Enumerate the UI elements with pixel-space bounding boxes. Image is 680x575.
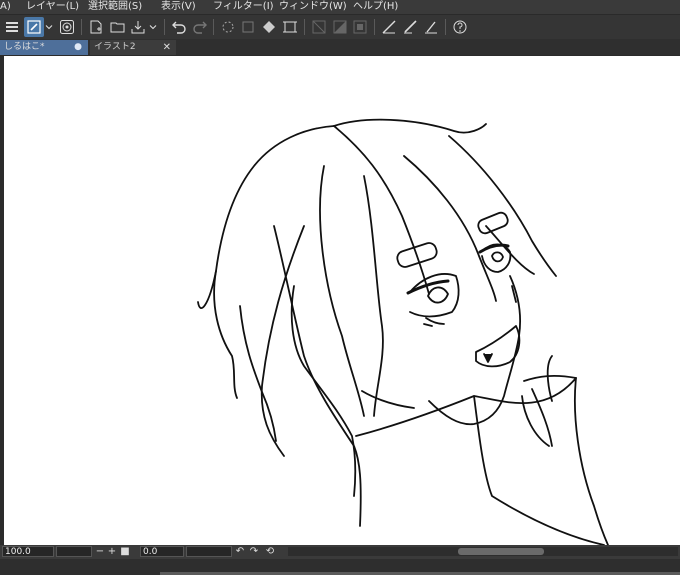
ruler-settings-icon[interactable] bbox=[421, 17, 441, 37]
stop-icon[interactable]: ■ bbox=[119, 546, 131, 558]
hamburger-menu-icon[interactable] bbox=[2, 17, 22, 37]
unsaved-dot-icon: ● bbox=[74, 42, 82, 52]
zoom-in-icon[interactable]: + bbox=[106, 546, 118, 558]
rotate-left-icon[interactable]: ↶ bbox=[234, 546, 246, 558]
line-art-drawing bbox=[197, 118, 609, 545]
document-tabs: しるはこ* ● イラスト2 ✕ bbox=[0, 39, 680, 55]
swirl-icon[interactable] bbox=[57, 17, 77, 37]
menu-item-layer[interactable]: レイヤー(L) bbox=[26, 0, 79, 14]
menu-bar: A) レイヤー(L) 選択範囲(S) 表示(V) フィルター(I) ウィンドウ(… bbox=[0, 0, 680, 14]
drawing-canvas[interactable] bbox=[4, 56, 680, 545]
toolbar-separator bbox=[164, 19, 165, 35]
zoom-slider[interactable] bbox=[56, 546, 92, 557]
tab-illust2[interactable]: イラスト2 ✕ bbox=[90, 40, 176, 55]
tab-shiruhako[interactable]: しるはこ* ● bbox=[0, 40, 88, 55]
help-icon[interactable] bbox=[450, 17, 470, 37]
toolbar-separator bbox=[374, 19, 375, 35]
menu-item-filter[interactable]: フィルター(I) bbox=[213, 0, 274, 14]
brush-icon[interactable] bbox=[400, 17, 420, 37]
horizontal-scrollbar[interactable] bbox=[288, 547, 678, 556]
scrollbar-thumb[interactable] bbox=[458, 548, 544, 555]
menu-item-help[interactable]: ヘルプ(H) bbox=[353, 0, 398, 14]
status-bar: 100.0 − + ■ 0.0 ↶ ↷ ⟲ bbox=[0, 545, 680, 559]
undo-icon[interactable] bbox=[169, 17, 189, 37]
loading-spinner-icon[interactable] bbox=[218, 17, 238, 37]
menu-item-selection[interactable]: 選択範囲(S) bbox=[88, 0, 142, 14]
close-icon[interactable]: ✕ bbox=[163, 40, 171, 55]
redo-icon[interactable] bbox=[190, 17, 210, 37]
dropdown-chevron-icon[interactable] bbox=[147, 17, 159, 37]
zoom-input[interactable]: 100.0 bbox=[2, 546, 54, 557]
menu-item-window[interactable]: ウィンドウ(W) bbox=[279, 0, 347, 14]
menu-item-animation[interactable]: A) bbox=[0, 0, 11, 14]
tab-label: しるはこ* bbox=[4, 42, 45, 52]
new-file-icon[interactable] bbox=[86, 17, 106, 37]
fill-selection-icon[interactable] bbox=[330, 17, 350, 37]
pen-tool-icon[interactable] bbox=[24, 17, 44, 37]
open-folder-icon[interactable] bbox=[108, 17, 128, 37]
angle-slider[interactable] bbox=[186, 546, 232, 557]
ruler-icon[interactable] bbox=[379, 17, 399, 37]
transform-icon[interactable] bbox=[238, 17, 258, 37]
menu-item-view[interactable]: 表示(V) bbox=[161, 0, 196, 14]
dropdown-chevron-icon[interactable] bbox=[43, 17, 55, 37]
crop-icon[interactable] bbox=[280, 17, 300, 37]
tab-label: イラスト2 bbox=[94, 42, 136, 52]
clear-icon[interactable] bbox=[309, 17, 329, 37]
layer-icon[interactable] bbox=[350, 17, 370, 37]
toolbar-separator bbox=[304, 19, 305, 35]
rotate-right-icon[interactable]: ↷ bbox=[248, 546, 260, 558]
toolbar-separator bbox=[213, 19, 214, 35]
fill-icon[interactable] bbox=[259, 17, 279, 37]
toolbar-separator bbox=[81, 19, 82, 35]
reset-rotation-icon[interactable]: ⟲ bbox=[264, 546, 276, 558]
save-icon[interactable] bbox=[128, 17, 148, 37]
toolbar-separator bbox=[445, 19, 446, 35]
zoom-out-icon[interactable]: − bbox=[94, 546, 106, 558]
command-toolbar bbox=[0, 14, 680, 40]
angle-input[interactable]: 0.0 bbox=[140, 546, 184, 557]
